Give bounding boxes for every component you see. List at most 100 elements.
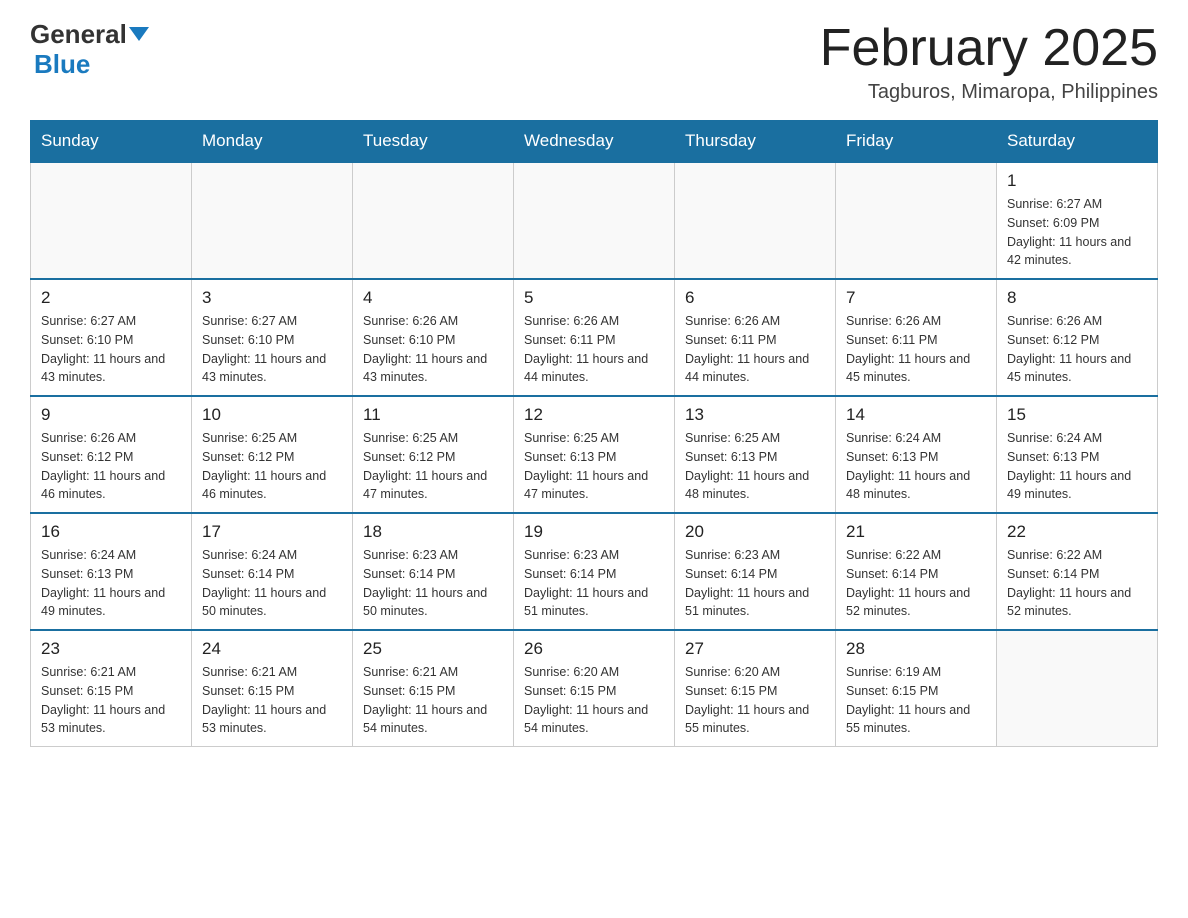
table-row: 16 Sunrise: 6:24 AMSunset: 6:13 PMDayligh… xyxy=(31,513,192,630)
day-number: 28 xyxy=(846,639,986,659)
table-row: 11 Sunrise: 6:25 AMSunset: 6:12 PMDayligh… xyxy=(353,396,514,513)
day-number: 21 xyxy=(846,522,986,542)
logo: General Blue xyxy=(30,20,149,80)
table-row: 15 Sunrise: 6:24 AMSunset: 6:13 PMDayligh… xyxy=(997,396,1158,513)
week-row-3: 9 Sunrise: 6:26 AMSunset: 6:12 PMDaylight… xyxy=(31,396,1158,513)
col-monday: Monday xyxy=(192,121,353,163)
day-number: 11 xyxy=(363,405,503,425)
day-info: Sunrise: 6:27 AMSunset: 6:10 PMDaylight:… xyxy=(41,312,181,387)
day-number: 26 xyxy=(524,639,664,659)
day-info: Sunrise: 6:21 AMSunset: 6:15 PMDaylight:… xyxy=(202,663,342,738)
table-row: 13 Sunrise: 6:25 AMSunset: 6:13 PMDayligh… xyxy=(675,396,836,513)
table-row: 23Sunrise: 6:21 AMSunset: 6:15 PMDayligh… xyxy=(31,630,192,747)
table-row: 10 Sunrise: 6:25 AMSunset: 6:12 PMDayligh… xyxy=(192,396,353,513)
page-header: General Blue February 2025 Tagburos, Mim… xyxy=(30,20,1158,104)
day-info: Sunrise: 6:24 AMSunset: 6:13 PMDaylight:… xyxy=(1007,429,1147,504)
day-number: 14 xyxy=(846,405,986,425)
day-number: 3 xyxy=(202,288,342,308)
title-block: February 2025 Tagburos, Mimaropa, Philip… xyxy=(820,20,1158,104)
table-row: 2Sunrise: 6:27 AMSunset: 6:10 PMDaylight… xyxy=(31,279,192,396)
week-row-1: 1 Sunrise: 6:27 AMSunset: 6:09 PMDaylight… xyxy=(31,162,1158,279)
col-friday: Friday xyxy=(836,121,997,163)
day-info: Sunrise: 6:26 AMSunset: 6:11 PMDaylight:… xyxy=(846,312,986,387)
day-info: Sunrise: 6:25 AMSunset: 6:12 PMDaylight:… xyxy=(363,429,503,504)
table-row: 9 Sunrise: 6:26 AMSunset: 6:12 PMDaylight… xyxy=(31,396,192,513)
day-info: Sunrise: 6:25 AMSunset: 6:13 PMDaylight:… xyxy=(524,429,664,504)
day-number: 24 xyxy=(202,639,342,659)
day-info: Sunrise: 6:19 AMSunset: 6:15 PMDaylight:… xyxy=(846,663,986,738)
table-row: 22 Sunrise: 6:22 AMSunset: 6:14 PMDayligh… xyxy=(997,513,1158,630)
table-row xyxy=(675,162,836,279)
day-number: 12 xyxy=(524,405,664,425)
table-row: 24 Sunrise: 6:21 AMSunset: 6:15 PMDayligh… xyxy=(192,630,353,747)
week-row-2: 2Sunrise: 6:27 AMSunset: 6:10 PMDaylight… xyxy=(31,279,1158,396)
day-number: 5 xyxy=(524,288,664,308)
day-info: Sunrise: 6:24 AMSunset: 6:13 PMDaylight:… xyxy=(846,429,986,504)
day-info: Sunrise: 6:21 AMSunset: 6:15 PMDaylight:… xyxy=(363,663,503,738)
day-number: 22 xyxy=(1007,522,1147,542)
table-row: 3 Sunrise: 6:27 AMSunset: 6:10 PMDaylight… xyxy=(192,279,353,396)
day-info: Sunrise: 6:22 AMSunset: 6:14 PMDaylight:… xyxy=(1007,546,1147,621)
table-row: 20Sunrise: 6:23 AMSunset: 6:14 PMDayligh… xyxy=(675,513,836,630)
table-row: 18 Sunrise: 6:23 AMSunset: 6:14 PMDayligh… xyxy=(353,513,514,630)
day-info: Sunrise: 6:27 AMSunset: 6:09 PMDaylight:… xyxy=(1007,195,1147,270)
day-number: 8 xyxy=(1007,288,1147,308)
day-number: 16 xyxy=(41,522,181,542)
logo-blue: Blue xyxy=(34,49,90,80)
table-row: 14 Sunrise: 6:24 AMSunset: 6:13 PMDayligh… xyxy=(836,396,997,513)
day-number: 13 xyxy=(685,405,825,425)
table-row: 12 Sunrise: 6:25 AMSunset: 6:13 PMDayligh… xyxy=(514,396,675,513)
col-saturday: Saturday xyxy=(997,121,1158,163)
table-row: 5 Sunrise: 6:26 AMSunset: 6:11 PMDaylight… xyxy=(514,279,675,396)
table-row: 6Sunrise: 6:26 AMSunset: 6:11 PMDaylight… xyxy=(675,279,836,396)
day-info: Sunrise: 6:26 AMSunset: 6:12 PMDaylight:… xyxy=(1007,312,1147,387)
table-row: 17Sunrise: 6:24 AMSunset: 6:14 PMDayligh… xyxy=(192,513,353,630)
table-row: 7Sunrise: 6:26 AMSunset: 6:11 PMDaylight… xyxy=(836,279,997,396)
day-number: 25 xyxy=(363,639,503,659)
day-number: 4 xyxy=(363,288,503,308)
calendar-table: Sunday Monday Tuesday Wednesday Thursday… xyxy=(30,120,1158,747)
day-info: Sunrise: 6:27 AMSunset: 6:10 PMDaylight:… xyxy=(202,312,342,387)
col-thursday: Thursday xyxy=(675,121,836,163)
day-info: Sunrise: 6:26 AMSunset: 6:12 PMDaylight:… xyxy=(41,429,181,504)
table-row xyxy=(192,162,353,279)
day-info: Sunrise: 6:23 AMSunset: 6:14 PMDaylight:… xyxy=(363,546,503,621)
day-number: 17 xyxy=(202,522,342,542)
logo-arrow-icon xyxy=(129,27,149,41)
day-number: 9 xyxy=(41,405,181,425)
table-row: 27 Sunrise: 6:20 AMSunset: 6:15 PMDayligh… xyxy=(675,630,836,747)
table-row: 28 Sunrise: 6:19 AMSunset: 6:15 PMDayligh… xyxy=(836,630,997,747)
table-row xyxy=(31,162,192,279)
day-info: Sunrise: 6:26 AMSunset: 6:11 PMDaylight:… xyxy=(524,312,664,387)
day-info: Sunrise: 6:20 AMSunset: 6:15 PMDaylight:… xyxy=(685,663,825,738)
logo-general: General xyxy=(30,20,127,49)
day-info: Sunrise: 6:25 AMSunset: 6:13 PMDaylight:… xyxy=(685,429,825,504)
day-info: Sunrise: 6:23 AMSunset: 6:14 PMDaylight:… xyxy=(524,546,664,621)
table-row xyxy=(997,630,1158,747)
table-row: 25 Sunrise: 6:21 AMSunset: 6:15 PMDayligh… xyxy=(353,630,514,747)
day-number: 19 xyxy=(524,522,664,542)
day-number: 10 xyxy=(202,405,342,425)
table-row: 4 Sunrise: 6:26 AMSunset: 6:10 PMDaylight… xyxy=(353,279,514,396)
day-info: Sunrise: 6:20 AMSunset: 6:15 PMDaylight:… xyxy=(524,663,664,738)
table-row: 8 Sunrise: 6:26 AMSunset: 6:12 PMDaylight… xyxy=(997,279,1158,396)
day-number: 27 xyxy=(685,639,825,659)
col-sunday: Sunday xyxy=(31,121,192,163)
day-info: Sunrise: 6:23 AMSunset: 6:14 PMDaylight:… xyxy=(685,546,825,621)
day-info: Sunrise: 6:24 AMSunset: 6:13 PMDaylight:… xyxy=(41,546,181,621)
table-row xyxy=(836,162,997,279)
day-number: 18 xyxy=(363,522,503,542)
week-row-5: 23Sunrise: 6:21 AMSunset: 6:15 PMDayligh… xyxy=(31,630,1158,747)
day-info: Sunrise: 6:25 AMSunset: 6:12 PMDaylight:… xyxy=(202,429,342,504)
table-row xyxy=(353,162,514,279)
day-info: Sunrise: 6:26 AMSunset: 6:11 PMDaylight:… xyxy=(685,312,825,387)
table-row: 1 Sunrise: 6:27 AMSunset: 6:09 PMDaylight… xyxy=(997,162,1158,279)
month-title: February 2025 xyxy=(820,20,1158,77)
day-number: 1 xyxy=(1007,171,1147,191)
day-info: Sunrise: 6:26 AMSunset: 6:10 PMDaylight:… xyxy=(363,312,503,387)
day-number: 15 xyxy=(1007,405,1147,425)
day-info: Sunrise: 6:21 AMSunset: 6:15 PMDaylight:… xyxy=(41,663,181,738)
table-row xyxy=(514,162,675,279)
day-info: Sunrise: 6:22 AMSunset: 6:14 PMDaylight:… xyxy=(846,546,986,621)
table-row: 26 Sunrise: 6:20 AMSunset: 6:15 PMDayligh… xyxy=(514,630,675,747)
